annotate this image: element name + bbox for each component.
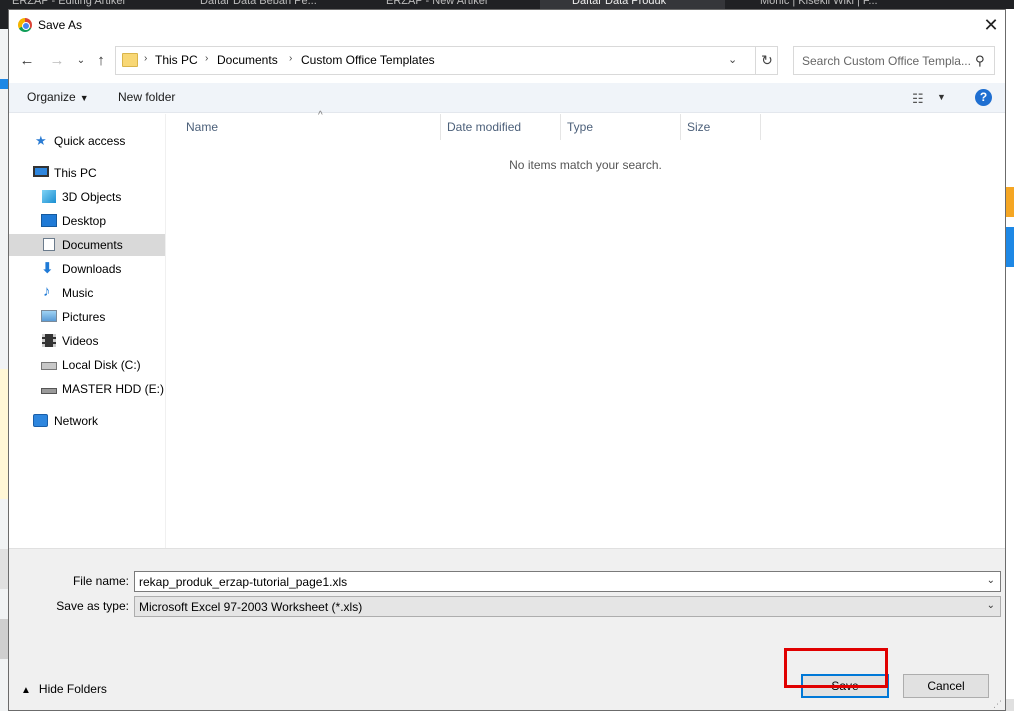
file-name-value: rekap_produk_erzap-tutorial_page1.xls	[139, 575, 348, 589]
search-icon[interactable]: ⚲	[975, 53, 985, 69]
empty-list-message: No items match your search.	[509, 158, 662, 172]
nav-item-3d-objects[interactable]: 3D Objects	[9, 186, 165, 208]
nav-item-network[interactable]: Network	[9, 410, 165, 432]
chevron-down-icon[interactable]: ⌄	[987, 600, 995, 611]
navigation-pane: ★ Quick access This PC 3D Objects Deskto…	[9, 114, 165, 548]
breadcrumb-separator: ›	[144, 53, 148, 64]
new-folder-button[interactable]: New folder	[118, 90, 175, 104]
chevron-down-icon[interactable]: ⌄	[987, 575, 995, 586]
search-box[interactable]: Search Custom Office Templa... ⚲	[793, 46, 995, 75]
organize-menu[interactable]: Organize ▼	[27, 90, 89, 104]
browser-tab-strip: ERZAP - Editing Artikel Daftar Data Beba…	[0, 0, 1014, 9]
nav-label: MASTER HDD (E:)	[62, 382, 164, 396]
nav-item-this-pc[interactable]: This PC	[9, 162, 165, 184]
column-label: Name	[186, 120, 219, 134]
nav-label: 3D Objects	[62, 190, 122, 204]
breadcrumb-separator: ›	[289, 53, 293, 64]
recent-locations-chevron-icon[interactable]: ⌄	[71, 49, 91, 73]
browser-tab[interactable]: Daftar Data Beban Pe...	[172, 0, 352, 9]
file-name-label: File name:	[72, 574, 129, 588]
nav-label: Network	[54, 414, 99, 428]
cancel-button[interactable]: Cancel	[903, 674, 989, 698]
nav-label: Pictures	[62, 310, 106, 324]
breadcrumb-documents[interactable]: Documents	[217, 53, 278, 67]
nav-item-local-disk[interactable]: Local Disk (C:)	[9, 354, 165, 376]
music-note-icon: ♪	[43, 283, 51, 300]
windows-drive-icon	[41, 362, 57, 370]
save-as-type-value: Microsoft Excel 97-2003 Worksheet (*.xls…	[139, 600, 363, 614]
dialog-title: Save As	[38, 18, 83, 32]
browser-tab[interactable]: Monic | Kisekii Wiki | F...	[728, 0, 1014, 9]
organize-label: Organize	[27, 90, 76, 104]
network-icon	[33, 414, 48, 427]
browser-tab[interactable]: ERZAP - New Artikel	[356, 0, 536, 9]
nav-label: Quick access	[54, 134, 126, 148]
nav-label: This PC	[54, 166, 97, 180]
hide-folders-toggle[interactable]: ▲ Hide Folders	[21, 682, 107, 696]
nav-label: Documents	[62, 238, 123, 252]
help-icon[interactable]: ?	[975, 89, 992, 106]
download-arrow-icon: ⬇	[41, 260, 54, 277]
breadcrumb-custom-office-templates[interactable]: Custom Office Templates	[301, 53, 435, 67]
film-icon	[42, 334, 56, 347]
chevron-up-icon: ▲	[21, 685, 31, 696]
close-icon[interactable]: ✕	[977, 12, 1005, 38]
column-header-date-modified[interactable]: Date modified	[441, 114, 561, 140]
file-list[interactable]: Name ^ Date modified Type Size No items …	[166, 110, 1005, 548]
document-icon	[43, 238, 55, 251]
drive-icon	[41, 388, 57, 394]
hide-folders-label: Hide Folders	[38, 682, 107, 696]
save-button-highlight	[784, 648, 888, 688]
nav-item-pictures[interactable]: Pictures	[9, 306, 165, 328]
background-page-right	[1006, 9, 1014, 711]
breadcrumb-this-pc[interactable]: This PC	[155, 53, 198, 67]
star-icon: ★	[35, 133, 47, 148]
caret-down-icon: ▼	[79, 93, 89, 103]
nav-item-desktop[interactable]: Desktop	[9, 210, 165, 232]
nav-item-master-hdd[interactable]: MASTER HDD (E:)	[9, 378, 165, 400]
chrome-icon	[18, 18, 32, 32]
browser-tab[interactable]: ERZAP - Editing Artikel	[0, 0, 170, 9]
file-name-field[interactable]: rekap_produk_erzap-tutorial_page1.xls ⌄	[134, 571, 1001, 592]
nav-label: Desktop	[62, 214, 107, 228]
resize-grip-icon[interactable]: ⋰	[993, 699, 1002, 710]
nav-label: Music	[62, 286, 94, 300]
computer-icon	[33, 166, 49, 177]
cube-icon	[42, 190, 56, 203]
folder-icon	[122, 53, 138, 67]
address-dropdown-chevron-icon[interactable]: ⌄	[728, 53, 737, 66]
forward-arrow-icon[interactable]: →	[47, 49, 67, 73]
picture-icon	[41, 310, 57, 322]
nav-label: Videos	[62, 334, 99, 348]
nav-item-videos[interactable]: Videos	[9, 330, 165, 352]
browser-tab-active[interactable]: Daftar Data Produk	[540, 0, 725, 9]
back-arrow-icon[interactable]: ←	[17, 49, 37, 73]
title-bar: Save As ✕	[9, 10, 1005, 41]
nav-item-quick-access[interactable]: ★ Quick access	[9, 130, 165, 152]
view-dropdown-caret-icon[interactable]: ▼	[937, 92, 946, 102]
command-bar: Organize ▼ New folder ☷ ▼ ?	[9, 83, 1005, 113]
nav-item-documents[interactable]: Documents	[9, 234, 165, 256]
nav-label: Downloads	[62, 262, 122, 276]
column-header-type[interactable]: Type	[561, 114, 681, 140]
desktop-icon	[41, 214, 57, 227]
save-as-type-label: Save as type:	[56, 599, 129, 613]
nav-label: Local Disk (C:)	[62, 358, 141, 372]
refresh-icon[interactable]: ↻	[755, 47, 778, 74]
nav-item-downloads[interactable]: ⬇ Downloads	[9, 258, 165, 280]
up-arrow-icon[interactable]: ↑	[91, 49, 111, 73]
save-as-dialog: Save As ✕ ← → ⌄ ↑ › This PC › Documents …	[8, 9, 1006, 711]
address-bar[interactable]: › This PC › Documents › Custom Office Te…	[115, 46, 778, 75]
nav-item-music[interactable]: ♪ Music	[9, 282, 165, 304]
column-header-size[interactable]: Size	[681, 114, 761, 140]
search-input[interactable]: Search Custom Office Templa...	[802, 54, 970, 68]
view-options-icon[interactable]: ☷	[912, 91, 924, 107]
breadcrumb-separator: ›	[205, 53, 209, 64]
column-header-name[interactable]: Name ^	[180, 110, 441, 140]
save-as-type-select[interactable]: Microsoft Excel 97-2003 Worksheet (*.xls…	[134, 596, 1001, 617]
sort-ascending-icon: ^	[318, 110, 323, 121]
